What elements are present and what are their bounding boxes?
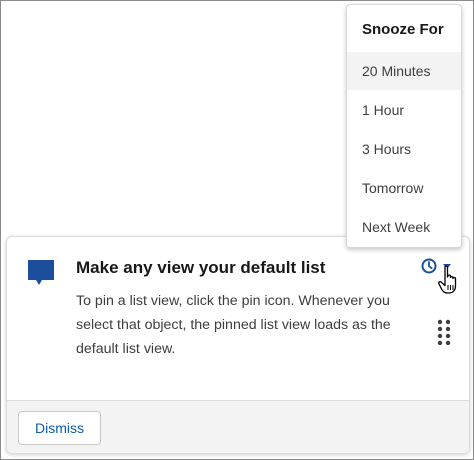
snooze-option-3-hours[interactable]: 3 Hours [347,130,461,168]
snooze-option-next-week[interactable]: Next Week [347,208,461,246]
tip-card: Make any view your default list To pin a… [6,236,470,454]
hand-cursor-icon [438,265,457,294]
snooze-option-1-hour[interactable]: 1 Hour [347,91,461,129]
card-footer: Dismiss [7,400,469,453]
snooze-option-20-minutes[interactable]: 20 Minutes [347,52,461,90]
drag-handle-icon[interactable] [437,319,451,345]
snooze-dropdown-header: Snooze For [362,21,444,38]
clock-icon [421,258,437,274]
card-title: Make any view your default list [76,258,326,277]
chat-bubble-icon [28,260,54,285]
card-description: To pin a list view, click the pin icon. … [76,293,391,357]
snooze-option-tomorrow[interactable]: Tomorrow [347,169,461,207]
dismiss-button[interactable]: Dismiss [18,411,101,445]
snooze-dropdown: Snooze For 20 Minutes 1 Hour 3 Hours Tom… [346,4,462,248]
